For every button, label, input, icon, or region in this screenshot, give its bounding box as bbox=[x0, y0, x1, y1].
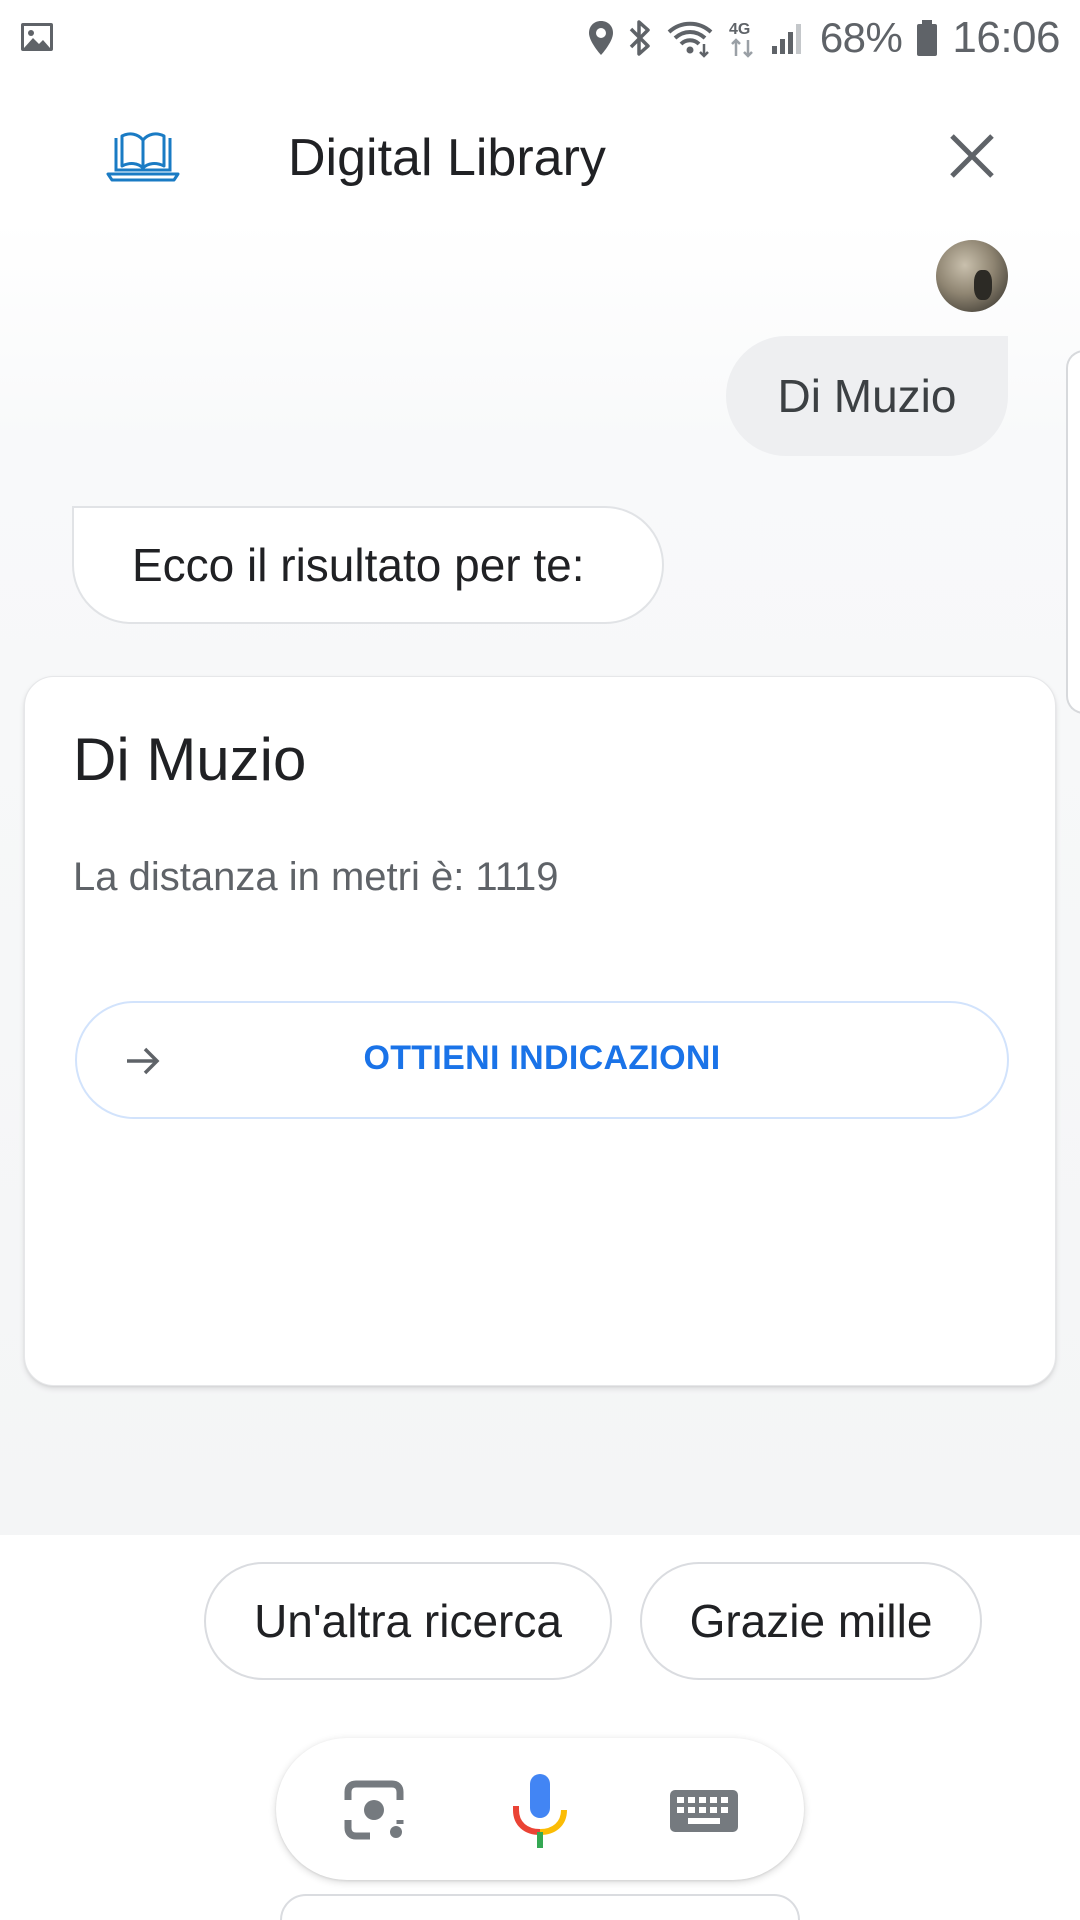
assistant-screen: 4G 68% 16:06 Digital Library Di Muzio Ec… bbox=[0, 0, 1080, 1920]
app-header: Digital Library bbox=[0, 100, 1080, 220]
input-bar bbox=[276, 1738, 804, 1880]
suggestion-another-search[interactable]: Un'altra ricerca bbox=[204, 1562, 612, 1680]
wifi-icon bbox=[667, 21, 713, 58]
side-panel-edge[interactable] bbox=[1066, 350, 1080, 714]
signal-icon bbox=[771, 24, 801, 54]
keyboard-icon[interactable] bbox=[664, 1770, 744, 1850]
lens-icon[interactable] bbox=[334, 1770, 414, 1850]
suggestion-thanks[interactable]: Grazie mille bbox=[640, 1562, 982, 1680]
laptop-book-icon bbox=[106, 132, 180, 182]
get-directions-button[interactable]: OTTIENI INDICAZIONI bbox=[75, 1001, 1009, 1119]
battery-icon bbox=[917, 20, 938, 56]
4g-icon: 4G bbox=[729, 21, 753, 58]
user-message-bubble: Di Muzio bbox=[726, 336, 1008, 456]
close-icon[interactable] bbox=[940, 124, 1004, 188]
status-bar: 4G 68% 16:06 bbox=[0, 0, 1080, 76]
gallery-icon bbox=[21, 23, 53, 51]
battery-percent: 68% bbox=[819, 14, 903, 61]
bluetooth-icon bbox=[629, 20, 650, 56]
suggestion-chips: Un'altra ricerca Grazie mille bbox=[0, 1562, 1080, 1680]
card-title: Di Muzio bbox=[73, 726, 307, 793]
conversation-area[interactable]: Di Muzio Ecco il risultato per te: Di Mu… bbox=[0, 220, 1080, 1535]
card-distance-text: La distanza in metri è: 1119 bbox=[73, 855, 559, 899]
assistant-message-bubble: Ecco il risultato per te: bbox=[72, 506, 664, 624]
result-card: Di Muzio La distanza in metri è: 1119 OT… bbox=[24, 676, 1056, 1386]
assistant-message-text: Ecco il risultato per te: bbox=[132, 539, 585, 591]
microphone-icon[interactable] bbox=[500, 1770, 580, 1850]
user-message-text: Di Muzio bbox=[777, 370, 957, 422]
app-title: Digital Library bbox=[288, 129, 606, 187]
location-icon bbox=[588, 21, 613, 55]
status-icons: 4G 68% 16:06 bbox=[588, 13, 1060, 62]
bottom-sheet-handle[interactable] bbox=[280, 1894, 800, 1920]
get-directions-label: OTTIENI INDICAZIONI bbox=[363, 1039, 721, 1077]
network-type-label: 4G bbox=[729, 21, 750, 38]
avatar bbox=[936, 240, 1008, 312]
status-time: 16:06 bbox=[952, 13, 1060, 62]
